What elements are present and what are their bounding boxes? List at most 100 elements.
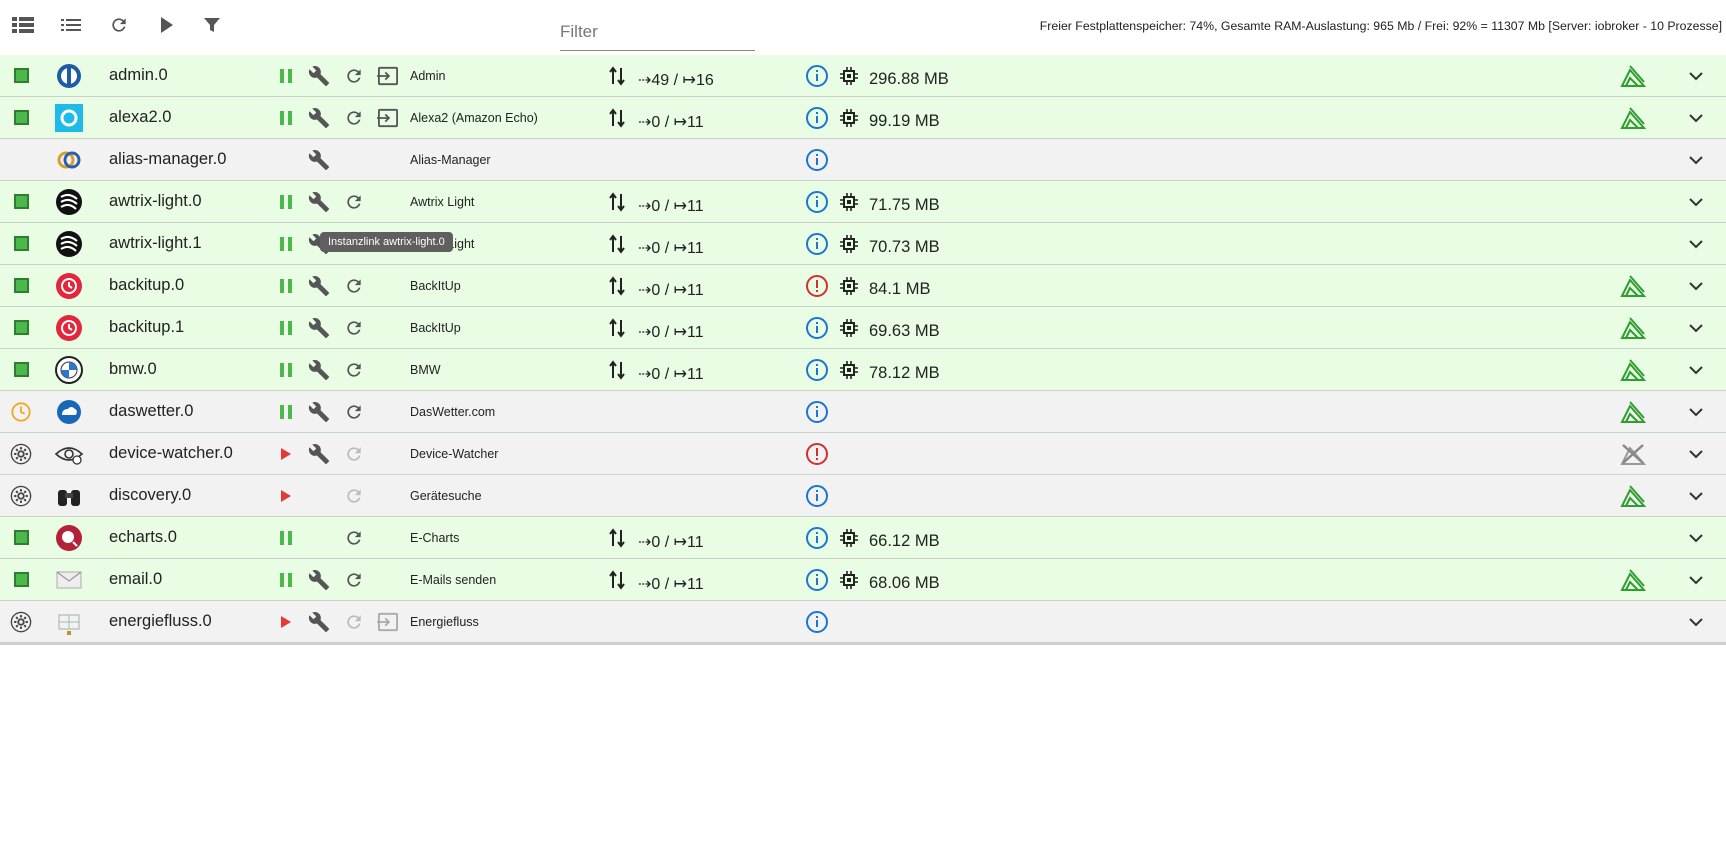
reload-icon[interactable] — [342, 307, 366, 348]
reload-icon[interactable] — [342, 97, 366, 138]
chevron-down-icon[interactable] — [1681, 307, 1711, 348]
instance-row: discovery.0 Gerätesuche — [0, 475, 1726, 517]
instance-title: Energiefluss — [410, 614, 479, 629]
info-icon[interactable] — [804, 97, 830, 138]
wrench-icon[interactable] — [307, 97, 331, 138]
instance-title: E-Mails senden — [410, 572, 497, 587]
chevron-down-icon[interactable] — [1681, 97, 1711, 138]
memory-value: 66.12 MB — [869, 532, 940, 550]
chevron-down-icon[interactable] — [1681, 181, 1711, 222]
filter-icon[interactable] — [199, 12, 225, 38]
server-status-text: Freier Festplattenspeicher: 74%, Gesamte… — [1039, 19, 1722, 33]
connection-icon — [1618, 391, 1648, 432]
wrench-icon[interactable] — [307, 391, 331, 432]
play-icon[interactable] — [274, 433, 298, 474]
pause-icon[interactable] — [274, 223, 298, 264]
error-info-icon[interactable] — [804, 265, 830, 306]
reload-icon[interactable] — [342, 391, 366, 432]
instance-name: daswetter.0 — [109, 402, 194, 420]
pause-icon[interactable] — [274, 181, 298, 222]
io-counts: ⇢0 / ↦11 — [638, 239, 704, 257]
info-icon[interactable] — [804, 55, 830, 96]
chevron-down-icon[interactable] — [1681, 223, 1711, 264]
wrench-icon[interactable] — [307, 559, 331, 600]
open-link-icon[interactable] — [376, 601, 400, 642]
chevron-down-icon[interactable] — [1681, 559, 1711, 600]
reload-icon[interactable] — [342, 601, 366, 642]
memory-chip-icon — [836, 223, 862, 264]
pause-icon[interactable] — [274, 349, 298, 390]
pause-icon[interactable] — [274, 517, 298, 558]
io-counts: ⇢0 / ↦11 — [638, 197, 704, 215]
chevron-down-icon[interactable] — [1681, 349, 1711, 390]
pause-icon[interactable] — [274, 391, 298, 432]
instance-title: BackItUp — [410, 320, 461, 335]
pause-icon[interactable] — [274, 307, 298, 348]
reload-icon[interactable] — [342, 181, 366, 222]
connection-icon — [1618, 55, 1648, 96]
info-icon[interactable] — [804, 223, 830, 264]
play-icon[interactable] — [274, 475, 298, 516]
reload-icon[interactable] — [342, 559, 366, 600]
wrench-icon[interactable] — [307, 181, 331, 222]
chevron-down-icon[interactable] — [1681, 517, 1711, 558]
info-icon[interactable] — [804, 391, 830, 432]
info-icon[interactable] — [804, 601, 830, 642]
info-icon[interactable] — [804, 307, 830, 348]
chevron-down-icon[interactable] — [1681, 433, 1711, 474]
chevron-down-icon[interactable] — [1681, 475, 1711, 516]
reload-icon[interactable] — [342, 265, 366, 306]
reload-icon[interactable] — [342, 55, 366, 96]
instance-title: DasWetter.com — [410, 404, 496, 419]
open-link-icon[interactable] — [376, 55, 400, 96]
open-link-icon[interactable] — [376, 97, 400, 138]
io-counts: ⇢0 / ↦11 — [638, 365, 704, 383]
filter-input[interactable] — [560, 18, 755, 42]
reload-icon[interactable] — [342, 349, 366, 390]
info-icon[interactable] — [804, 181, 830, 222]
instance-name: awtrix-light.0 — [109, 192, 202, 210]
io-counts: ⇢0 / ↦11 — [638, 533, 704, 551]
instance-row: backitup.0 BackItUp ⇢0 / ↦11 84.1 MB — [0, 265, 1726, 307]
pause-icon[interactable] — [274, 265, 298, 306]
wrench-icon[interactable] — [307, 307, 331, 348]
io-arrows-icon — [605, 97, 629, 138]
chevron-down-icon[interactable] — [1681, 139, 1711, 180]
wrench-icon[interactable] — [307, 433, 331, 474]
wrench-icon[interactable] — [307, 55, 331, 96]
list-expanded-icon[interactable] — [10, 12, 36, 38]
info-icon[interactable] — [804, 475, 830, 516]
reload-icon[interactable] — [342, 517, 366, 558]
adapter-logo — [52, 601, 86, 642]
play-icon[interactable] — [274, 601, 298, 642]
wrench-icon[interactable] — [307, 349, 331, 390]
adapter-logo — [52, 97, 86, 138]
info-icon[interactable] — [804, 349, 830, 390]
info-icon[interactable] — [804, 559, 830, 600]
chevron-down-icon[interactable] — [1681, 601, 1711, 642]
info-icon[interactable] — [804, 517, 830, 558]
pause-icon[interactable] — [274, 559, 298, 600]
chevron-down-icon[interactable] — [1681, 55, 1711, 96]
adapter-logo — [52, 307, 86, 348]
tooltip: Instanzlink awtrix-light.0 — [320, 232, 453, 252]
reload-icon[interactable] — [106, 12, 132, 38]
io-counts: ⇢49 / ↦16 — [638, 71, 714, 89]
chevron-down-icon[interactable] — [1681, 391, 1711, 432]
pause-icon[interactable] — [274, 55, 298, 96]
instance-name: bmw.0 — [109, 360, 157, 378]
status-empty — [8, 139, 34, 180]
chevron-down-icon[interactable] — [1681, 265, 1711, 306]
info-icon[interactable] — [804, 139, 830, 180]
play-icon[interactable] — [154, 12, 180, 38]
error-info-icon[interactable] — [804, 433, 830, 474]
wrench-icon[interactable] — [307, 265, 331, 306]
wrench-icon[interactable] — [307, 139, 331, 180]
wrench-icon[interactable] — [307, 601, 331, 642]
reload-icon[interactable] — [342, 475, 366, 516]
list-compact-icon[interactable] — [58, 12, 84, 38]
pause-icon[interactable] — [274, 97, 298, 138]
instance-row: echarts.0 E-Charts ⇢0 / ↦11 66.12 MB — [0, 517, 1726, 559]
reload-icon[interactable] — [342, 433, 366, 474]
instance-row: daswetter.0 DasWetter.com — [0, 391, 1726, 433]
